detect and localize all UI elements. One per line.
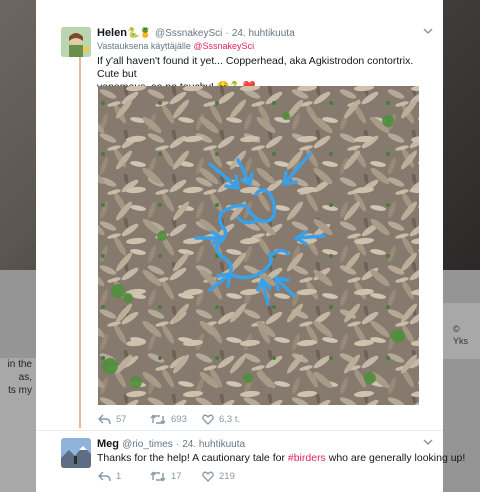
background-text-line: Yks [453, 336, 469, 346]
heart-icon [202, 414, 214, 425]
background-text-line: ts my [8, 385, 32, 396]
background-text-line: in the [7, 359, 32, 370]
retweet-count: 693 [171, 414, 187, 425]
tweet-divider [36, 430, 443, 431]
background-text-line: as, [18, 372, 32, 383]
tweet-date[interactable]: 24. huhtikuuta [232, 28, 295, 39]
tweet-photo[interactable] [98, 86, 419, 405]
like-button[interactable]: 6,3 t. [202, 414, 240, 425]
heart-icon [202, 471, 214, 482]
hashtag-link[interactable]: #birders [288, 452, 326, 464]
tweet-actions: 57 693 6,3 t. [98, 414, 398, 428]
background-left-text: in the as, ts my [0, 358, 36, 492]
reply-context: Vastauksena käyttäjälle @SssnakeySci [97, 41, 254, 51]
reply-count: 1 [116, 471, 122, 482]
author-name[interactable]: Helen [97, 27, 127, 39]
retweet-button[interactable]: 693 [150, 414, 187, 425]
reply-button[interactable]: 1 [98, 471, 121, 482]
chevron-down-icon[interactable] [423, 26, 433, 38]
author-handle[interactable]: @rio_times [122, 439, 173, 450]
tweet-date[interactable]: 24. huhtikuuta [182, 439, 245, 450]
reply-icon [98, 414, 111, 425]
reply-button[interactable]: 57 [98, 414, 127, 425]
chevron-down-icon[interactable] [423, 437, 433, 449]
retweet-button[interactable]: 17 [150, 471, 182, 482]
reply-count: 57 [116, 414, 127, 425]
background-right-text: © Yks [443, 303, 480, 359]
tweet-text-line: If y'all haven't found it yet... Copperh… [97, 55, 414, 80]
like-button[interactable]: 219 [202, 471, 235, 482]
retweet-count: 17 [171, 471, 182, 482]
retweet-icon [150, 414, 166, 425]
thread-connector [79, 50, 81, 428]
author-name[interactable]: Meg [97, 438, 119, 450]
retweet-icon [150, 471, 166, 482]
tweet-text-part: who are generally looking up! [325, 452, 466, 464]
leaf-litter-photo [98, 86, 419, 405]
reply-icon [98, 471, 111, 482]
tweet-text: Thanks for the help! A cautionary tale f… [97, 452, 465, 465]
like-count: 6,3 t. [219, 414, 241, 425]
name-emoji: 🐍🍍 [126, 28, 152, 39]
avatar[interactable] [61, 27, 91, 57]
reply-handle-link[interactable]: @SssnakeySci [193, 41, 254, 51]
tweet-actions: 1 17 219 [98, 471, 398, 485]
tweet-text-part: Thanks for the help! A cautionary tale f… [97, 452, 288, 464]
like-count: 219 [219, 471, 235, 482]
tweet-thread-modal: Helen🐍🍍 @SssnakeySci · 24. huhtikuuta Va… [36, 0, 465, 492]
reply-prefix: Vastauksena käyttäjälle [97, 41, 191, 51]
background-text-line: © [453, 324, 460, 334]
author-handle[interactable]: @SssnakeySci [155, 28, 222, 39]
avatar[interactable] [61, 438, 91, 468]
